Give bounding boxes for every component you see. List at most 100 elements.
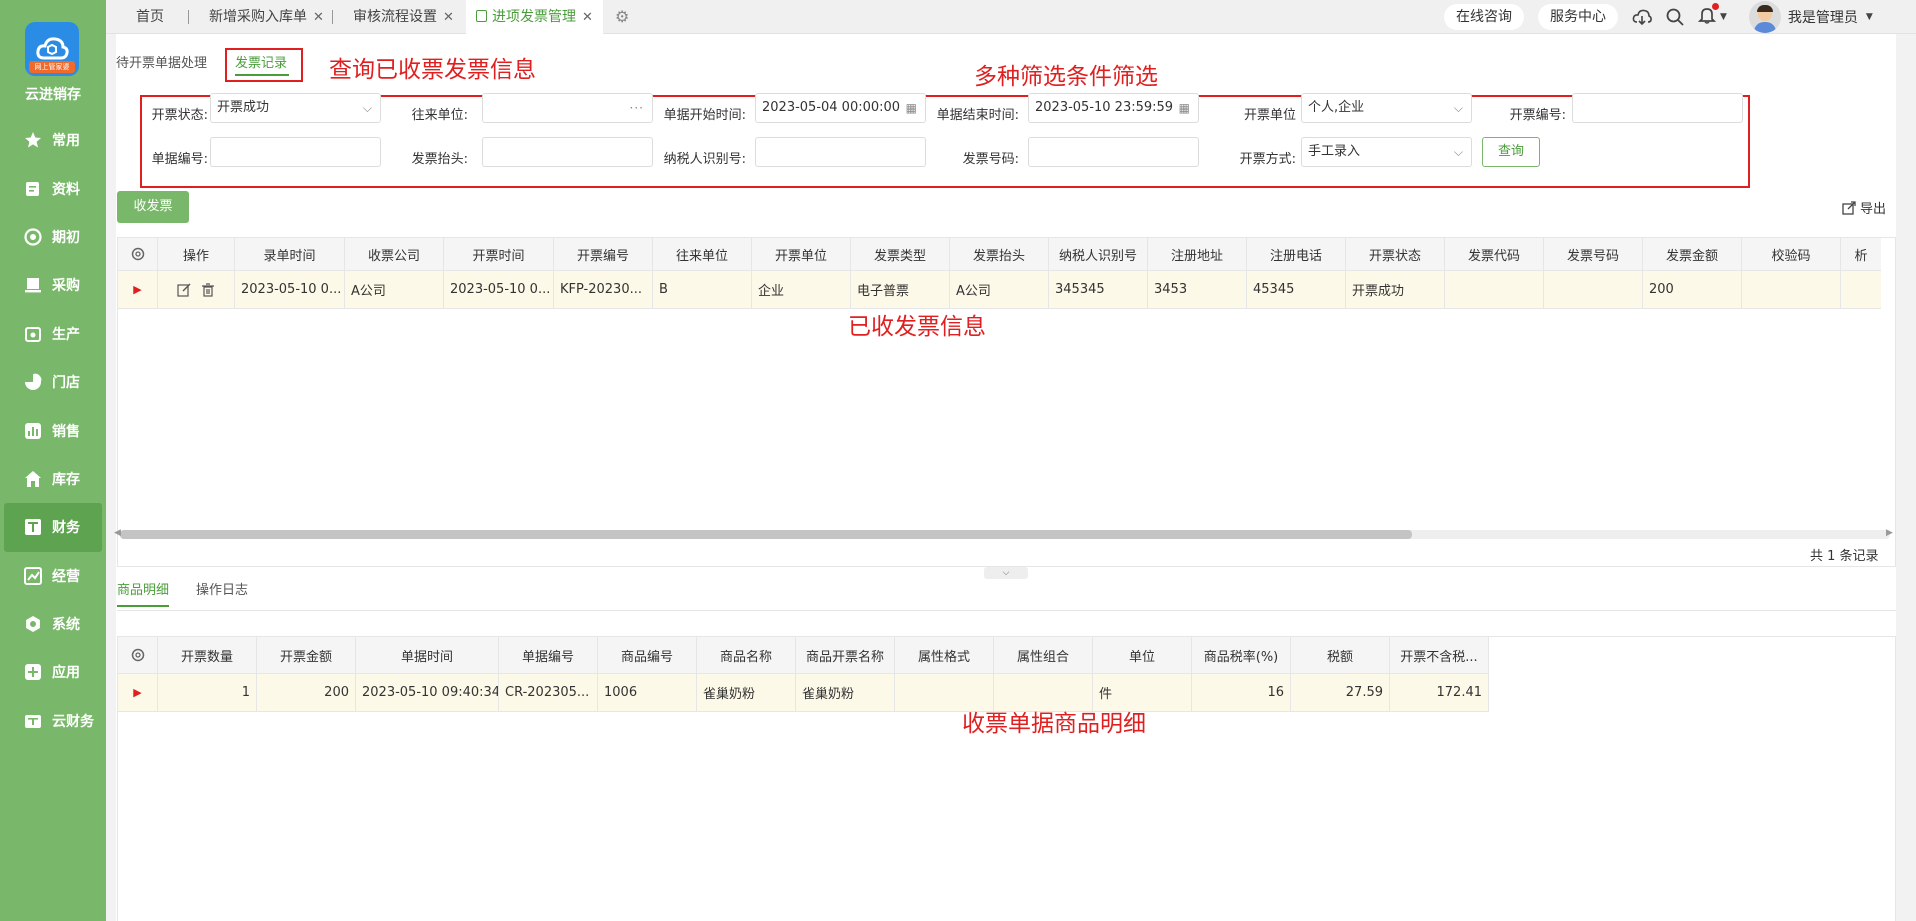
- sidebar-item-store[interactable]: 门店: [0, 358, 106, 406]
- partner-input[interactable]: ···: [482, 93, 653, 123]
- status-label: 开票状态:: [151, 108, 208, 123]
- search-icon[interactable]: [1666, 8, 1684, 26]
- sidebar-item-apps[interactable]: 应用: [0, 648, 106, 696]
- sidebar-item-production[interactable]: 生产: [0, 310, 106, 358]
- sidebar-item-purchase[interactable]: 采购: [0, 261, 106, 309]
- close-icon[interactable]: ✕: [582, 10, 593, 25]
- tab-input-invoice[interactable]: 进项发票管理 ✕: [466, 0, 603, 34]
- scroll-right-icon[interactable]: ▶: [1886, 528, 1893, 538]
- column-header[interactable]: 收票公司: [345, 238, 444, 270]
- service-center-button[interactable]: 服务中心: [1538, 4, 1618, 30]
- column-header[interactable]: 操作: [158, 238, 235, 270]
- column-header[interactable]: 单据编号: [499, 637, 598, 673]
- sidebar-item-data[interactable]: 资料: [0, 164, 106, 212]
- status-select[interactable]: 开票成功 ⌵: [210, 93, 381, 123]
- sidebar-item-system[interactable]: 系统: [0, 600, 106, 648]
- close-icon[interactable]: ✕: [313, 10, 324, 25]
- invoice-no-input[interactable]: [1572, 93, 1743, 123]
- tab-settings-gear-icon[interactable]: ⚙: [615, 0, 629, 34]
- scroll-left-icon[interactable]: ◀: [114, 528, 121, 538]
- tab-home[interactable]: 首页: [136, 0, 164, 34]
- sidebar-item-opening[interactable]: 期初: [0, 213, 106, 261]
- row-expand-icon[interactable]: ▶: [118, 271, 158, 308]
- invoice-title-input[interactable]: [482, 137, 653, 167]
- column-header[interactable]: 商品开票名称: [796, 637, 895, 673]
- receive-invoice-button[interactable]: 收发票: [117, 191, 189, 223]
- column-header[interactable]: 开票单位: [752, 238, 851, 270]
- sidebar-item-common[interactable]: 常用: [0, 116, 106, 164]
- user-name[interactable]: 我是管理员: [1788, 7, 1858, 27]
- tax-id-input[interactable]: [755, 137, 926, 167]
- export-button[interactable]: 导出: [1842, 198, 1886, 217]
- column-header[interactable]: 开票金额: [257, 637, 356, 673]
- column-settings-gear-icon[interactable]: [118, 238, 158, 270]
- column-header[interactable]: 单据时间: [356, 637, 499, 673]
- start-time-input[interactable]: 2023-05-04 00:00:00 ▦: [755, 93, 926, 123]
- column-header[interactable]: 发票代码: [1445, 238, 1544, 270]
- delete-icon[interactable]: [201, 282, 215, 297]
- column-header[interactable]: 校验码: [1742, 238, 1841, 270]
- sidebar-item-operations[interactable]: 经营: [0, 552, 106, 600]
- column-header[interactable]: 录单时间: [235, 238, 345, 270]
- collapse-toggle[interactable]: ⌵: [984, 567, 1028, 579]
- star-icon: [25, 132, 41, 148]
- column-header[interactable]: 发票抬头: [950, 238, 1049, 270]
- edit-icon[interactable]: [177, 283, 191, 297]
- column-header[interactable]: 属性格式: [895, 637, 994, 673]
- cell-invoice-code: [1445, 271, 1544, 308]
- online-consult-button[interactable]: 在线咨询: [1444, 4, 1524, 30]
- column-header[interactable]: 纳税人识别号: [1049, 238, 1148, 270]
- column-header[interactable]: 析: [1841, 238, 1881, 270]
- column-header[interactable]: 发票号码: [1544, 238, 1643, 270]
- close-icon[interactable]: ✕: [443, 10, 454, 25]
- scrollbar-thumb[interactable]: [120, 530, 1412, 539]
- column-header[interactable]: 商品税率(%): [1192, 637, 1291, 673]
- sidebar-item-label: 财务: [52, 520, 80, 537]
- column-header[interactable]: 商品编号: [598, 637, 697, 673]
- column-header[interactable]: 开票不含税...: [1390, 637, 1489, 673]
- sidebar-item-finance[interactable]: 财务: [4, 503, 102, 552]
- column-header[interactable]: 发票金额: [1643, 238, 1742, 270]
- top-right-tools: 在线咨询 服务中心 ▼ 我是管理员 ▼: [1444, 0, 1873, 34]
- column-header[interactable]: 开票时间: [444, 238, 554, 270]
- column-header[interactable]: 开票状态: [1346, 238, 1445, 270]
- caret-down-icon[interactable]: ▼: [1720, 12, 1727, 22]
- column-header[interactable]: 开票编号: [554, 238, 653, 270]
- row-expand-icon[interactable]: ▶: [118, 674, 158, 711]
- column-header[interactable]: 商品名称: [697, 637, 796, 673]
- query-button[interactable]: 查询: [1482, 137, 1540, 167]
- tab-pending-invoices[interactable]: 待开票单据处理: [116, 52, 207, 71]
- sidebar-item-cloud-finance[interactable]: 云财务: [0, 697, 106, 745]
- column-header[interactable]: 属性组合: [994, 637, 1093, 673]
- column-header[interactable]: 单位: [1093, 637, 1192, 673]
- method-select[interactable]: 手工录入 ⌵: [1301, 137, 1472, 167]
- sidebar-item-sales[interactable]: 销售: [0, 406, 106, 454]
- sidebar-item-inventory[interactable]: 库存: [0, 455, 106, 503]
- tab-operation-log[interactable]: 操作日志: [196, 579, 248, 603]
- avatar[interactable]: [1748, 1, 1781, 33]
- column-header[interactable]: 注册地址: [1148, 238, 1247, 270]
- caret-down-icon[interactable]: ▼: [1866, 12, 1873, 22]
- tab-product-detail[interactable]: 商品明细: [117, 579, 169, 603]
- issuer-select[interactable]: 个人,企业 ⌵: [1301, 93, 1472, 123]
- column-header[interactable]: 税额: [1291, 637, 1390, 673]
- more-icon[interactable]: ···: [630, 94, 644, 122]
- calendar-icon[interactable]: ▦: [906, 94, 917, 122]
- active-tab-underline: [117, 605, 169, 607]
- calendar-icon[interactable]: ▦: [1179, 94, 1190, 122]
- doc-no-input[interactable]: [210, 137, 381, 167]
- tab-new-purchase-receipt[interactable]: 新增采购入库单 ✕: [209, 0, 324, 34]
- column-header[interactable]: 往来单位: [653, 238, 752, 270]
- tab-approval-flow[interactable]: 审核流程设置 ✕: [353, 0, 454, 34]
- cell-status: 开票成功: [1346, 271, 1445, 308]
- table-row[interactable]: ▶ 2023-05-10 0... A公司 2023-05-10 0... KF…: [118, 271, 1881, 309]
- table-row[interactable]: ▶ 1 200 2023-05-10 09:40:34 CR-202305...…: [118, 674, 1489, 712]
- column-header[interactable]: 发票类型: [851, 238, 950, 270]
- invoice-number-input[interactable]: [1028, 137, 1199, 167]
- column-settings-gear-icon[interactable]: [118, 637, 158, 673]
- column-header[interactable]: 开票数量: [158, 637, 257, 673]
- notification-bell[interactable]: [1697, 3, 1719, 28]
- cloud-download-icon[interactable]: [1632, 8, 1652, 26]
- end-time-input[interactable]: 2023-05-10 23:59:59 ▦: [1028, 93, 1199, 123]
- column-header[interactable]: 注册电话: [1247, 238, 1346, 270]
